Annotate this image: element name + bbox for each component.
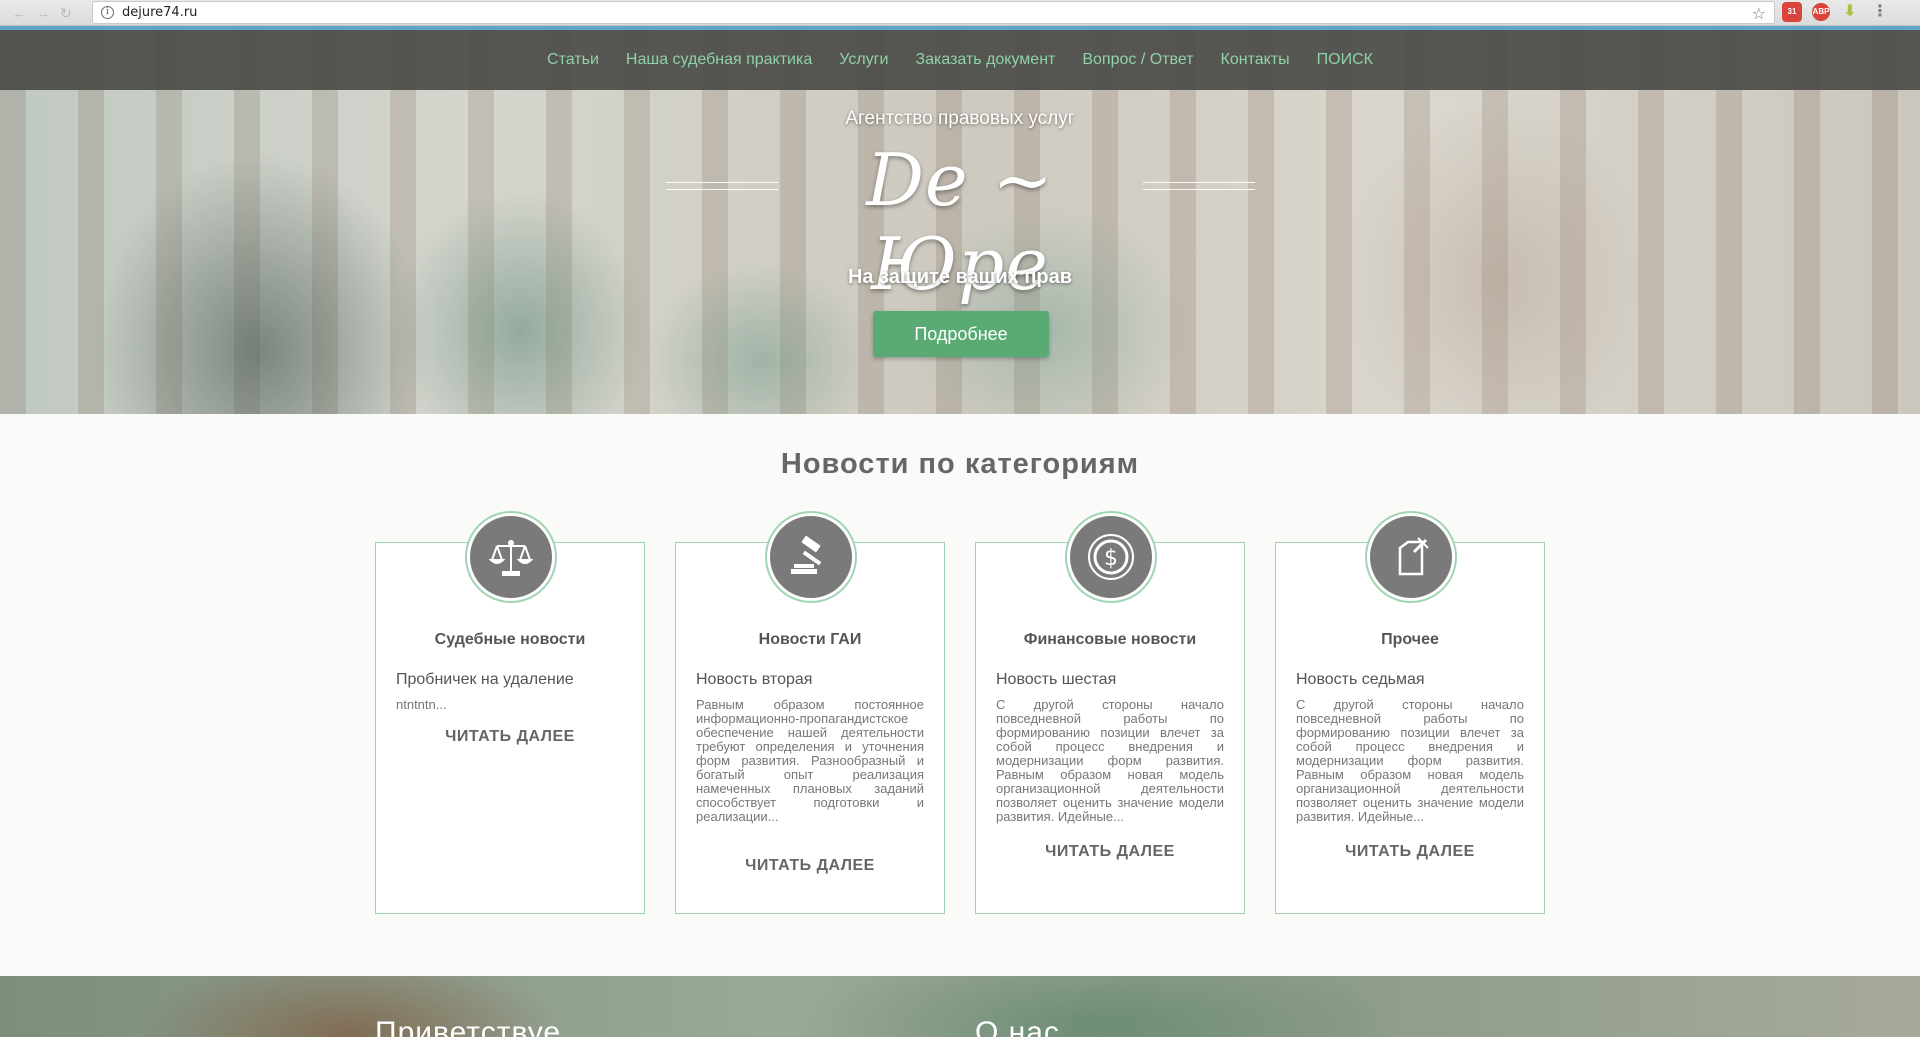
- about-heading: О нас: [975, 1016, 1060, 1037]
- forward-icon[interactable]: →: [36, 6, 50, 20]
- adblock-extension-icon[interactable]: ABP: [1812, 3, 1830, 21]
- svg-text:$: $: [1104, 546, 1118, 571]
- read-more-link[interactable]: ЧИТАТЬ ДАЛЕЕ: [376, 728, 644, 746]
- card-news-link[interactable]: Новость шестая: [996, 671, 1224, 689]
- card-news-link[interactable]: Новость седьмая: [1296, 671, 1524, 689]
- news-section-title: Новости по категориям: [780, 448, 1140, 480]
- gavel-icon[interactable]: [767, 513, 855, 601]
- news-card-finance: $ Финансовые новости Новость шестая С др…: [975, 513, 1245, 914]
- more-button[interactable]: Подробнее: [873, 311, 1049, 357]
- nav-item-order-document[interactable]: Заказать документ: [915, 51, 1055, 69]
- info-icon[interactable]: i: [101, 6, 114, 19]
- dollar-icon[interactable]: $: [1067, 513, 1155, 601]
- address-bar[interactable]: i dejure74.ru ☆: [92, 1, 1775, 24]
- news-card-other: Прочее Новость седьмая С другой стороны …: [1275, 513, 1545, 914]
- scales-icon[interactable]: [467, 513, 555, 601]
- browser-nav-buttons: ← → ↻: [0, 6, 92, 20]
- card-news-link[interactable]: Новость вторая: [696, 671, 924, 689]
- read-more-link[interactable]: ЧИТАТЬ ДАЛЕЕ: [1276, 843, 1544, 861]
- card-title: Прочее: [1381, 631, 1439, 648]
- news-card-traffic-police: Новости ГАИ Новость вторая Равным образо…: [675, 513, 945, 914]
- card-news-link[interactable]: Пробничек на удаление: [396, 671, 624, 689]
- nav-item-articles[interactable]: Статьи: [547, 51, 599, 69]
- welcome-heading: Приветствуе: [375, 1016, 562, 1037]
- bookmark-star-icon[interactable]: ☆: [1752, 4, 1766, 24]
- read-more-link[interactable]: ЧИТАТЬ ДАЛЕЕ: [676, 857, 944, 875]
- card-excerpt: С другой стороны начало повседневной раб…: [996, 697, 1224, 824]
- address-url: dejure74.ru: [122, 5, 198, 20]
- browser-menu-icon[interactable]: ⋮: [1870, 2, 1890, 22]
- calendar-extension-icon[interactable]: 31: [1782, 2, 1802, 22]
- back-icon[interactable]: ←: [12, 6, 26, 20]
- nav-item-practice[interactable]: Наша судебная практика: [626, 51, 812, 69]
- news-section: Новости по категориям Судебные новости П…: [0, 414, 1920, 976]
- document-edit-icon[interactable]: [1367, 513, 1455, 601]
- nav-item-search[interactable]: ПОИСК: [1317, 51, 1373, 69]
- nav-item-faq[interactable]: Вопрос / Ответ: [1082, 51, 1193, 69]
- extensions-bar: 31 ABP ⬇ ⋮: [1782, 2, 1890, 22]
- card-title: Новости ГАИ: [758, 631, 862, 648]
- reload-icon[interactable]: ↻: [60, 6, 72, 20]
- main-navigation: Статьи Наша судебная практика Услуги Зак…: [0, 30, 1920, 90]
- nav-item-contacts[interactable]: Контакты: [1221, 51, 1290, 69]
- read-more-link[interactable]: ЧИТАТЬ ДАЛЕЕ: [976, 843, 1244, 861]
- card-excerpt: ntntntn...: [396, 697, 447, 712]
- agency-subtitle: Агентство правовых услуг: [845, 108, 1075, 129]
- hero-banner: Статьи Наша судебная практика Услуги Зак…: [0, 30, 1920, 414]
- hero-tagline: На защите ваших прав: [847, 266, 1073, 288]
- card-excerpt: С другой стороны начало повседневной раб…: [1296, 697, 1524, 824]
- browser-toolbar: ← → ↻ i dejure74.ru ☆ 31 ABP ⬇ ⋮: [0, 0, 1920, 26]
- logo-divider-left: [666, 182, 778, 190]
- site-logo: De ~ Юре: [0, 138, 1920, 306]
- news-card-court: Судебные новости Пробничек на удаление n…: [375, 513, 645, 914]
- nav-item-services[interactable]: Услуги: [839, 51, 888, 69]
- logo-divider-right: [1143, 182, 1255, 190]
- card-title: Судебные новости: [434, 631, 586, 648]
- download-extension-icon[interactable]: ⬇: [1840, 2, 1860, 22]
- card-title: Финансовые новости: [1023, 631, 1197, 648]
- about-section-banner: Приветствуе О нас: [0, 976, 1920, 1037]
- card-excerpt: Равным образом постоянное информационно-…: [696, 697, 924, 824]
